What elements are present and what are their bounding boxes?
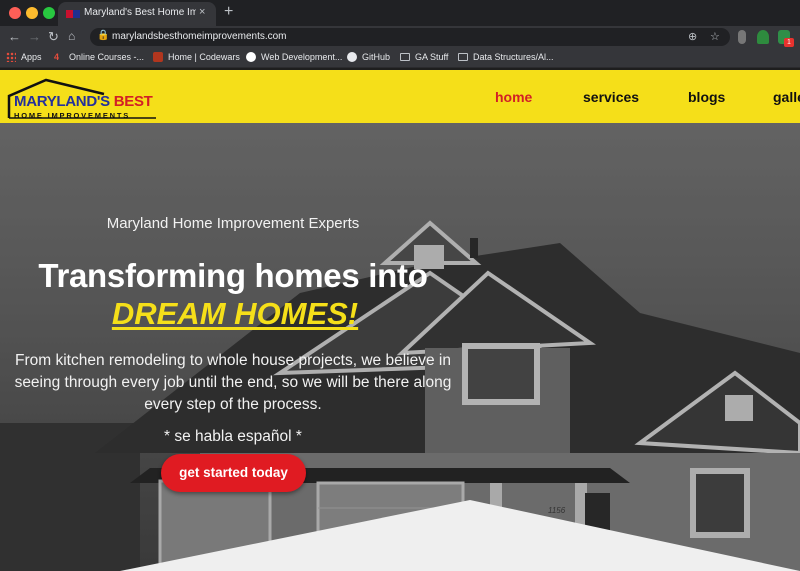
- bookmarks-bar: Apps 4 Online Courses -... Home | Codewa…: [0, 48, 800, 68]
- tab-close-icon[interactable]: ×: [199, 6, 205, 18]
- home-icon[interactable]: ⌂: [68, 29, 75, 43]
- flag-favicon-icon: [66, 10, 80, 18]
- browser-toolbar: ← → ↻ ⌂ 🔒 marylandsbesthomeimprovements.…: [0, 26, 800, 48]
- close-window-button[interactable]: [9, 7, 21, 19]
- bookmark-codewars[interactable]: Home | Codewars: [153, 52, 240, 62]
- extension-lamp-icon[interactable]: [738, 30, 746, 44]
- reload-icon[interactable]: ↻: [48, 29, 59, 45]
- codewars-icon: [153, 52, 163, 62]
- hero-subtitle: Maryland Home Improvement Experts: [106, 215, 360, 232]
- folder-icon: [400, 53, 410, 61]
- site-logo[interactable]: MARYLAND'S BEST HOME IMPROVEMENTS: [6, 76, 166, 120]
- bookmark-github[interactable]: GitHub: [347, 52, 390, 62]
- forward-arrow-icon[interactable]: →: [28, 29, 41, 44]
- browser-tab[interactable]: Maryland's Best Home Improve ×: [58, 2, 216, 26]
- courses-icon: 4: [54, 52, 60, 62]
- site-header: MARYLAND'S BEST HOME IMPROVEMENTS home s…: [0, 70, 800, 123]
- lock-icon: 🔒: [97, 30, 110, 41]
- apps-grid-icon: [6, 52, 16, 62]
- hero-section: 1156 Maryland Home Improvement Experts T…: [0, 123, 800, 571]
- add-icon[interactable]: ⊕: [688, 30, 697, 43]
- address-bar[interactable]: 🔒 marylandsbesthomeimprovements.com ⊕ ☆: [90, 28, 730, 46]
- hero-highlight: DREAM HOMES!: [111, 296, 359, 331]
- bookmark-apps[interactable]: Apps: [6, 52, 42, 62]
- hero-title: Transforming homes into: [38, 257, 428, 294]
- bookmark-online-courses[interactable]: 4 Online Courses -...: [54, 52, 144, 62]
- new-tab-icon[interactable]: +: [224, 3, 233, 21]
- spanish-note: * se habla español *: [164, 428, 302, 445]
- tab-title: Maryland's Best Home Improve: [84, 7, 196, 18]
- web-dev-icon: [246, 52, 256, 62]
- logo-subtitle: HOME IMPROVEMENTS: [14, 111, 131, 120]
- browser-tabstrip: Maryland's Best Home Improve × +: [0, 0, 800, 26]
- bookmark-star-icon[interactable]: ☆: [710, 30, 720, 43]
- github-icon: [347, 52, 357, 62]
- bookmark-web-development[interactable]: Web Development...: [246, 52, 342, 62]
- back-arrow-icon[interactable]: ←: [8, 29, 21, 44]
- hero-description: From kitchen remodeling to whole house p…: [14, 352, 452, 413]
- logo-title: MARYLAND'S BEST: [14, 93, 153, 110]
- folder-icon: [458, 53, 468, 61]
- bottom-divider-shape: [120, 500, 800, 571]
- get-started-button[interactable]: get started today: [161, 454, 306, 492]
- nav-gallery[interactable]: galle: [773, 89, 800, 105]
- minimize-window-button[interactable]: [26, 7, 38, 19]
- bookmark-ga-stuff[interactable]: GA Stuff: [400, 52, 448, 62]
- url-text: marylandsbesthomeimprovements.com: [112, 31, 287, 42]
- maximize-window-button[interactable]: [43, 7, 55, 19]
- nav-services[interactable]: services: [583, 89, 639, 105]
- extension-badge: 1: [784, 38, 794, 47]
- nav-home[interactable]: home: [495, 89, 532, 105]
- extension-tree-icon[interactable]: [757, 30, 769, 44]
- nav-blogs[interactable]: blogs: [688, 89, 725, 105]
- bookmark-data-structures[interactable]: Data Structures/Al...: [458, 52, 554, 62]
